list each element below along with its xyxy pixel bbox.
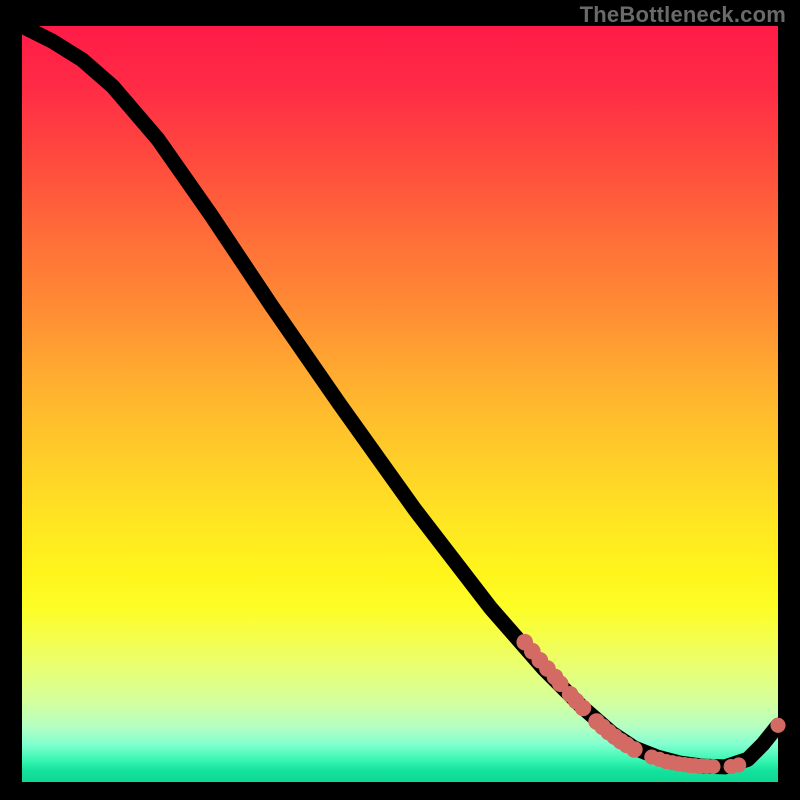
marker-point — [626, 741, 643, 758]
bottleneck-curve — [22, 26, 778, 767]
chart-overlay — [22, 26, 778, 782]
marker-point — [731, 757, 746, 772]
chart-stage: TheBottleneck.com — [0, 0, 800, 800]
marker-point — [705, 759, 720, 774]
marker-point — [575, 700, 592, 717]
watermark-text: TheBottleneck.com — [580, 2, 786, 28]
marker-point — [770, 718, 785, 733]
